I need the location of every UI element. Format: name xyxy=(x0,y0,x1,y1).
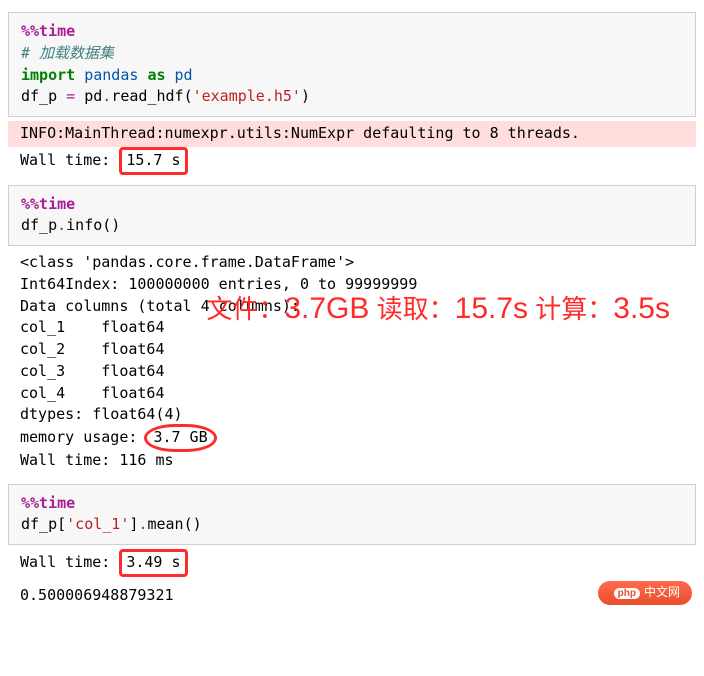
result-mean: 0.500006948879321 xyxy=(8,583,696,615)
dot-2: . xyxy=(57,216,66,234)
highlight-3-49s: 3.49 s xyxy=(119,549,187,577)
code-cell-1[interactable]: %%time # 加载数据集 import pandas as pd df_p … xyxy=(8,12,696,117)
obj-dfp-3: df_p xyxy=(21,515,57,533)
annot-file-val: 3.7GB xyxy=(284,292,369,325)
alias-pd: pd xyxy=(175,66,193,84)
info-line-class: <class 'pandas.core.frame.DataFrame'> xyxy=(20,253,354,271)
annotation-summary: 文件：3.7GB 读取：15.7s 计算：3.5s xyxy=(206,286,670,333)
assign-rhs-pre: pd xyxy=(75,87,102,105)
magic-time: %%time xyxy=(21,22,75,40)
info-output: <class 'pandas.core.frame.DataFrame'> In… xyxy=(8,250,696,480)
comment-load-data: # 加载数据集 xyxy=(21,44,114,62)
info-dtypes: dtypes: float64(4) xyxy=(20,405,183,423)
info-mem-label: memory usage: xyxy=(20,428,146,446)
kw-as: as xyxy=(147,66,165,84)
code-cell-3[interactable]: %%time df_p['col_1'].mean() xyxy=(8,484,696,546)
fn-mean: mean xyxy=(147,515,183,533)
assign-lhs: df_p xyxy=(21,87,66,105)
wall-time-1: Wall time: 15.7 s xyxy=(8,147,696,181)
wall-time-3: Wall time: 3.49 s xyxy=(8,549,696,583)
highlight-15-7s: 15.7 s xyxy=(119,147,187,175)
obj-dfp: df_p xyxy=(21,216,57,234)
br-l: [ xyxy=(57,515,66,533)
wall-time-3-label: Wall time: xyxy=(20,553,119,571)
rparen: ) xyxy=(301,87,310,105)
fn-info: info xyxy=(66,216,102,234)
info-wall: Wall time: 116 ms xyxy=(20,451,174,469)
assign-op: = xyxy=(66,87,75,105)
magic-time-2: %%time xyxy=(21,195,75,213)
info-col-2: col_2 float64 xyxy=(20,340,165,358)
annot-read-label: 读取： xyxy=(377,294,455,324)
str-filename: 'example.h5' xyxy=(193,87,301,105)
watermark-php-cn: 中文网 xyxy=(598,581,692,605)
lparen: ( xyxy=(184,87,193,105)
annot-calc-val: 3.5s xyxy=(613,292,670,325)
code-cell-2[interactable]: %%time df_p.info() xyxy=(8,185,696,247)
annot-calc-label: 计算： xyxy=(535,294,613,324)
annot-file-label: 文件： xyxy=(206,294,284,324)
info-col-3: col_3 float64 xyxy=(20,362,165,380)
highlight-3-7gb: 3.7 GB xyxy=(144,424,216,452)
dot: . xyxy=(102,87,111,105)
annot-read-val: 15.7s xyxy=(455,292,528,325)
call-mean: () xyxy=(184,515,202,533)
wall-time-1-label: Wall time: xyxy=(20,151,119,169)
call-info: () xyxy=(102,216,120,234)
key-col1: 'col_1' xyxy=(66,515,129,533)
kw-import: import xyxy=(21,66,75,84)
info-col-1: col_1 float64 xyxy=(20,318,165,336)
mod-pandas: pandas xyxy=(84,66,138,84)
magic-time-3: %%time xyxy=(21,494,75,512)
stderr-numexpr: INFO:MainThread:numexpr.utils:NumExpr de… xyxy=(8,121,696,147)
fn-read-hdf: read_hdf xyxy=(111,87,183,105)
info-col-4: col_4 float64 xyxy=(20,384,165,402)
